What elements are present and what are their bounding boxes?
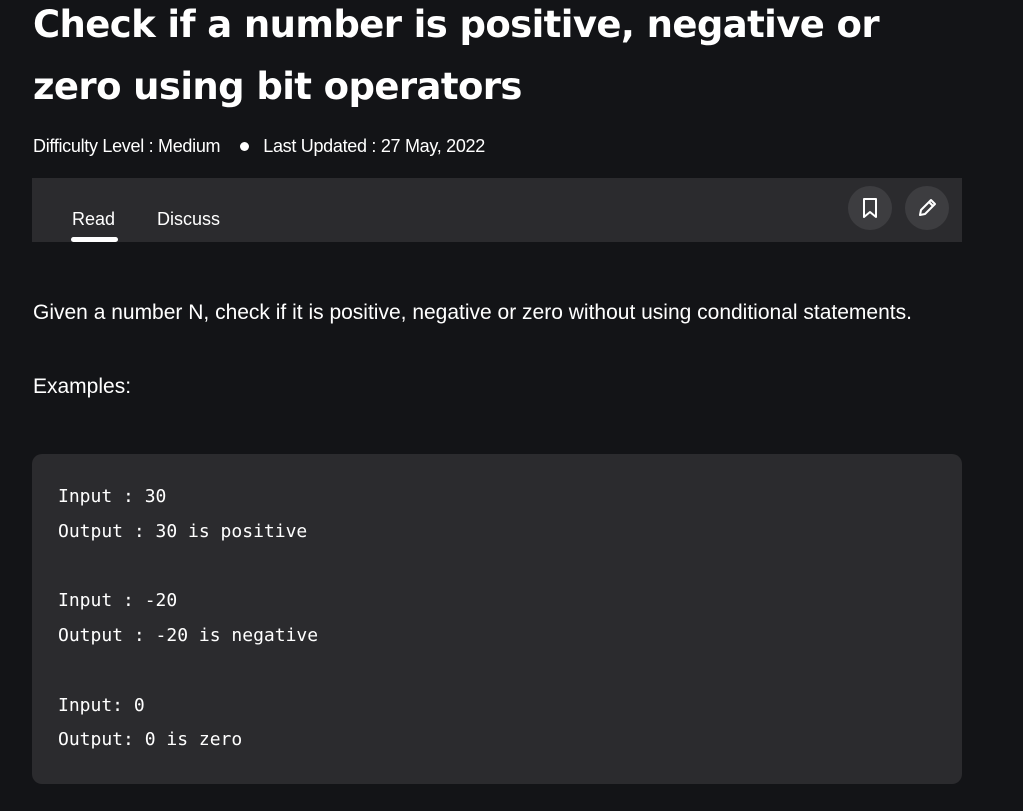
examples-label: Examples: [33, 375, 132, 398]
code-line: Input : 30 [58, 486, 167, 507]
article-page: Check if a number is positive, negative … [0, 0, 1023, 811]
pencil-icon [919, 199, 936, 216]
article-intro: Given a number N, check if it is positiv… [33, 301, 912, 324]
difficulty-level: Difficulty Level : Medium [33, 135, 221, 156]
article-title: Check if a number is positive, negative … [33, 3, 880, 108]
code-line: Input: 0 [58, 695, 145, 716]
article-tab-bar: Read Discuss [32, 178, 962, 242]
code-block: Input : 30 Output : 30 is positive Input… [32, 454, 962, 784]
active-tab-indicator [71, 237, 118, 242]
code-line: Output : -20 is negative [58, 625, 319, 646]
bookmark-icon [863, 198, 877, 218]
separator-dot [240, 141, 250, 151]
article-meta: Difficulty Level : Medium Last Updated :… [33, 134, 485, 158]
bookmark-button[interactable] [848, 186, 892, 230]
code-line: Input : -20 [58, 590, 178, 611]
code-line: Output : 30 is positive [58, 521, 308, 542]
code-line: Output: 0 is zero [58, 729, 243, 750]
edit-button[interactable] [905, 186, 949, 230]
tab-discuss[interactable]: Discuss [157, 208, 220, 230]
tab-read[interactable]: Read [72, 208, 115, 230]
last-updated: Last Updated : 27 May, 2022 [263, 135, 485, 156]
